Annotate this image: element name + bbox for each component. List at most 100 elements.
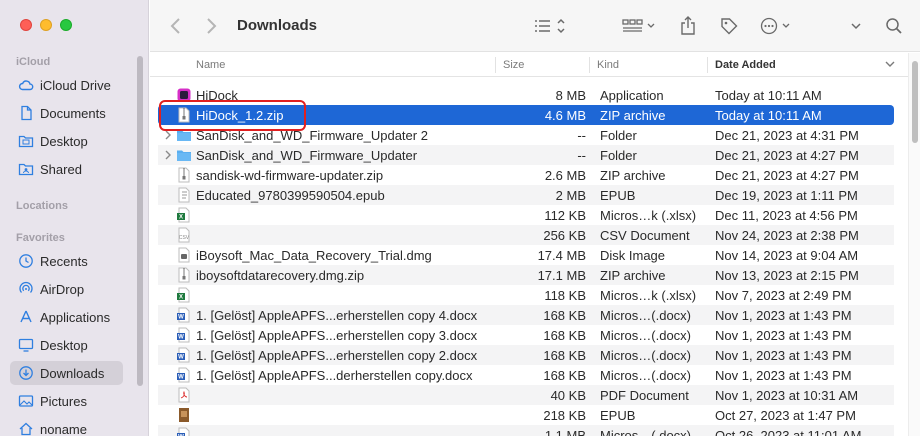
- sidebar-item-recents[interactable]: Recents: [10, 249, 123, 273]
- sort-chevron-icon[interactable]: [885, 57, 895, 74]
- file-kind: Application: [600, 88, 664, 103]
- column-divider[interactable]: [589, 57, 590, 73]
- toolbar-overflow-button[interactable]: [850, 14, 862, 38]
- more-actions-button[interactable]: [760, 14, 796, 38]
- file-size: 168 KB: [543, 368, 586, 383]
- file-kind: Micros…(.docx): [600, 368, 692, 383]
- file-date-added: Dec 19, 2023 at 1:11 PM: [715, 188, 858, 203]
- column-divider[interactable]: [495, 57, 496, 73]
- file-row[interactable]: W 1. [Gelöst] AppleAPFS...erherstellen co…: [158, 325, 894, 345]
- file-list-scrollbar[interactable]: [908, 53, 920, 436]
- file-row[interactable]: 40 KB PDF Document Nov 1, 2023 at 10:31 AM: [158, 385, 894, 405]
- file-row[interactable]: W 1. [Gelöst] AppleAPFS...erherstellen co…: [158, 305, 894, 325]
- doc-icon: [21, 105, 32, 121]
- group-button[interactable]: [622, 14, 658, 38]
- airdrop-icon: [19, 281, 33, 293]
- csv-file-icon: CSV: [176, 227, 192, 243]
- docx-file-icon: W: [176, 367, 192, 383]
- epub-file-icon: [176, 187, 192, 203]
- zip-file-icon: [176, 167, 192, 183]
- file-size: 17.4 MB: [537, 248, 586, 263]
- file-row[interactable]: Educated_9780399590504.epub 2 MB EPUB Dec 1…: [158, 185, 894, 205]
- file-size: --: [577, 128, 586, 143]
- file-size: 118 KB: [544, 288, 586, 303]
- sidebar-item-documents[interactable]: Documents: [10, 101, 123, 125]
- sidebar-item-home[interactable]: noname: [10, 417, 123, 436]
- file-kind: Micros…(.docx): [600, 328, 692, 343]
- sidebar-item-label: Shared: [40, 161, 82, 177]
- chevron-left-icon: [170, 18, 180, 34]
- sidebar-item-shared[interactable]: Shared: [10, 157, 123, 181]
- file-row[interactable]: SanDisk_and_WD_Firmware_Updater -- Folder D…: [158, 145, 894, 165]
- shared-folder-icon: [18, 163, 34, 176]
- home-icon: [19, 422, 33, 436]
- file-row[interactable]: iBoysoft_Mac_Data_Recovery_Trial.dmg 17.4…: [158, 245, 894, 265]
- file-row[interactable]: X 118 KB Micros…k (.xlsx) Nov 7, 2023 at 2:…: [158, 285, 894, 305]
- close-window-button[interactable]: [20, 19, 32, 31]
- zoom-window-button[interactable]: [60, 19, 72, 31]
- sidebar-item-airdrop[interactable]: AirDrop: [10, 277, 123, 301]
- file-row[interactable]: W 1. [Gelöst] AppleAPFS...erherstellen co…: [158, 345, 894, 365]
- sidebar-item-label: Documents: [40, 105, 106, 121]
- file-row[interactable]: X 112 KB Micros…k (.xlsx) Dec 11, 2023 at 4…: [158, 205, 894, 225]
- share-button[interactable]: [680, 14, 696, 38]
- svg-text:W: W: [178, 315, 184, 321]
- file-date-added: Today at 10:11 AM: [715, 108, 822, 123]
- docx-file-icon: W: [176, 347, 192, 363]
- column-divider[interactable]: [707, 57, 708, 73]
- file-row[interactable]: CSV 256 KB CSV Document Nov 24, 2023 at 2:3…: [158, 225, 894, 245]
- back-button[interactable]: [170, 14, 182, 38]
- file-date-added: Nov 1, 2023 at 1:43 PM: [715, 348, 852, 363]
- file-size: 256 KB: [543, 228, 586, 243]
- file-size: 168 KB: [543, 308, 586, 323]
- download-icon: [19, 366, 33, 380]
- sidebar-item-downloads[interactable]: Downloads: [10, 361, 123, 385]
- file-kind: ZIP archive: [600, 168, 666, 183]
- minimize-window-button[interactable]: [40, 19, 52, 31]
- disclosure-triangle-icon[interactable]: [164, 149, 172, 161]
- file-row[interactable]: 218 KB EPUB Oct 27, 2023 at 1:47 PM: [158, 405, 894, 425]
- sidebar-section-favorites[interactable]: Favorites: [16, 232, 65, 244]
- file-kind: EPUB: [600, 188, 636, 203]
- file-size: 2.6 MB: [544, 168, 586, 183]
- tags-button[interactable]: [720, 14, 738, 38]
- sidebar-item-label: Pictures: [40, 393, 87, 409]
- sidebar-scrollbar[interactable]: [137, 56, 143, 386]
- search-icon: [886, 18, 902, 34]
- file-date-added: Oct 26, 2023 at 11:01 AM: [715, 428, 862, 436]
- sidebar-item-pictures[interactable]: Pictures: [10, 389, 123, 413]
- forward-button[interactable]: [205, 14, 217, 38]
- sidebar-item-icloud-drive[interactable]: iCloud Drive: [10, 73, 123, 97]
- sidebar-item-icloud-desktop[interactable]: Desktop: [10, 129, 123, 153]
- file-date-added: Nov 1, 2023 at 10:31 AM: [715, 388, 859, 403]
- list-view-icon: [535, 18, 565, 34]
- column-date-added[interactable]: Date Added: [715, 59, 776, 71]
- file-size: --: [577, 148, 586, 163]
- file-row[interactable]: W 1.1 MB Micros…(.docx) Oct 26, 2023 at 11:…: [158, 425, 894, 436]
- file-row[interactable]: iboysoftdatarecovery.dmg.zip 17.1 MB ZIP a…: [158, 265, 894, 285]
- scrollbar-thumb[interactable]: [912, 61, 918, 143]
- file-row[interactable]: sandisk-wd-firmware-updater.zip 2.6 MB ZIP…: [158, 165, 894, 185]
- sidebar-section-locations[interactable]: Locations: [16, 200, 68, 212]
- file-kind: Folder: [600, 148, 637, 163]
- column-kind[interactable]: Kind: [597, 59, 619, 71]
- chevron-down-icon: [851, 23, 861, 30]
- file-date-added: Dec 11, 2023 at 4:56 PM: [715, 208, 858, 223]
- file-kind: Micros…k (.xlsx): [600, 288, 697, 303]
- annotation-highlight-box: [159, 100, 306, 131]
- sidebar-item-label: Desktop: [40, 133, 88, 149]
- column-name[interactable]: Name: [196, 59, 225, 71]
- file-date-added: Dec 21, 2023 at 4:27 PM: [715, 168, 859, 183]
- file-date-added: Today at 10:11 AM: [715, 88, 822, 103]
- sidebar-item-applications[interactable]: Applications: [10, 305, 123, 329]
- file-row[interactable]: W 1. [Gelöst] AppleAPFS...derherstellen c…: [158, 365, 894, 385]
- file-kind: EPUB: [600, 408, 636, 423]
- view-options-button[interactable]: [533, 14, 567, 38]
- folder-file-icon: [176, 147, 192, 163]
- search-button[interactable]: [885, 14, 903, 38]
- sidebar-item-label: Desktop: [40, 337, 88, 353]
- file-size: 168 KB: [543, 348, 586, 363]
- cloud-icon: [18, 80, 34, 91]
- column-size[interactable]: Size: [503, 59, 524, 71]
- sidebar-item-desktop[interactable]: Desktop: [10, 333, 123, 357]
